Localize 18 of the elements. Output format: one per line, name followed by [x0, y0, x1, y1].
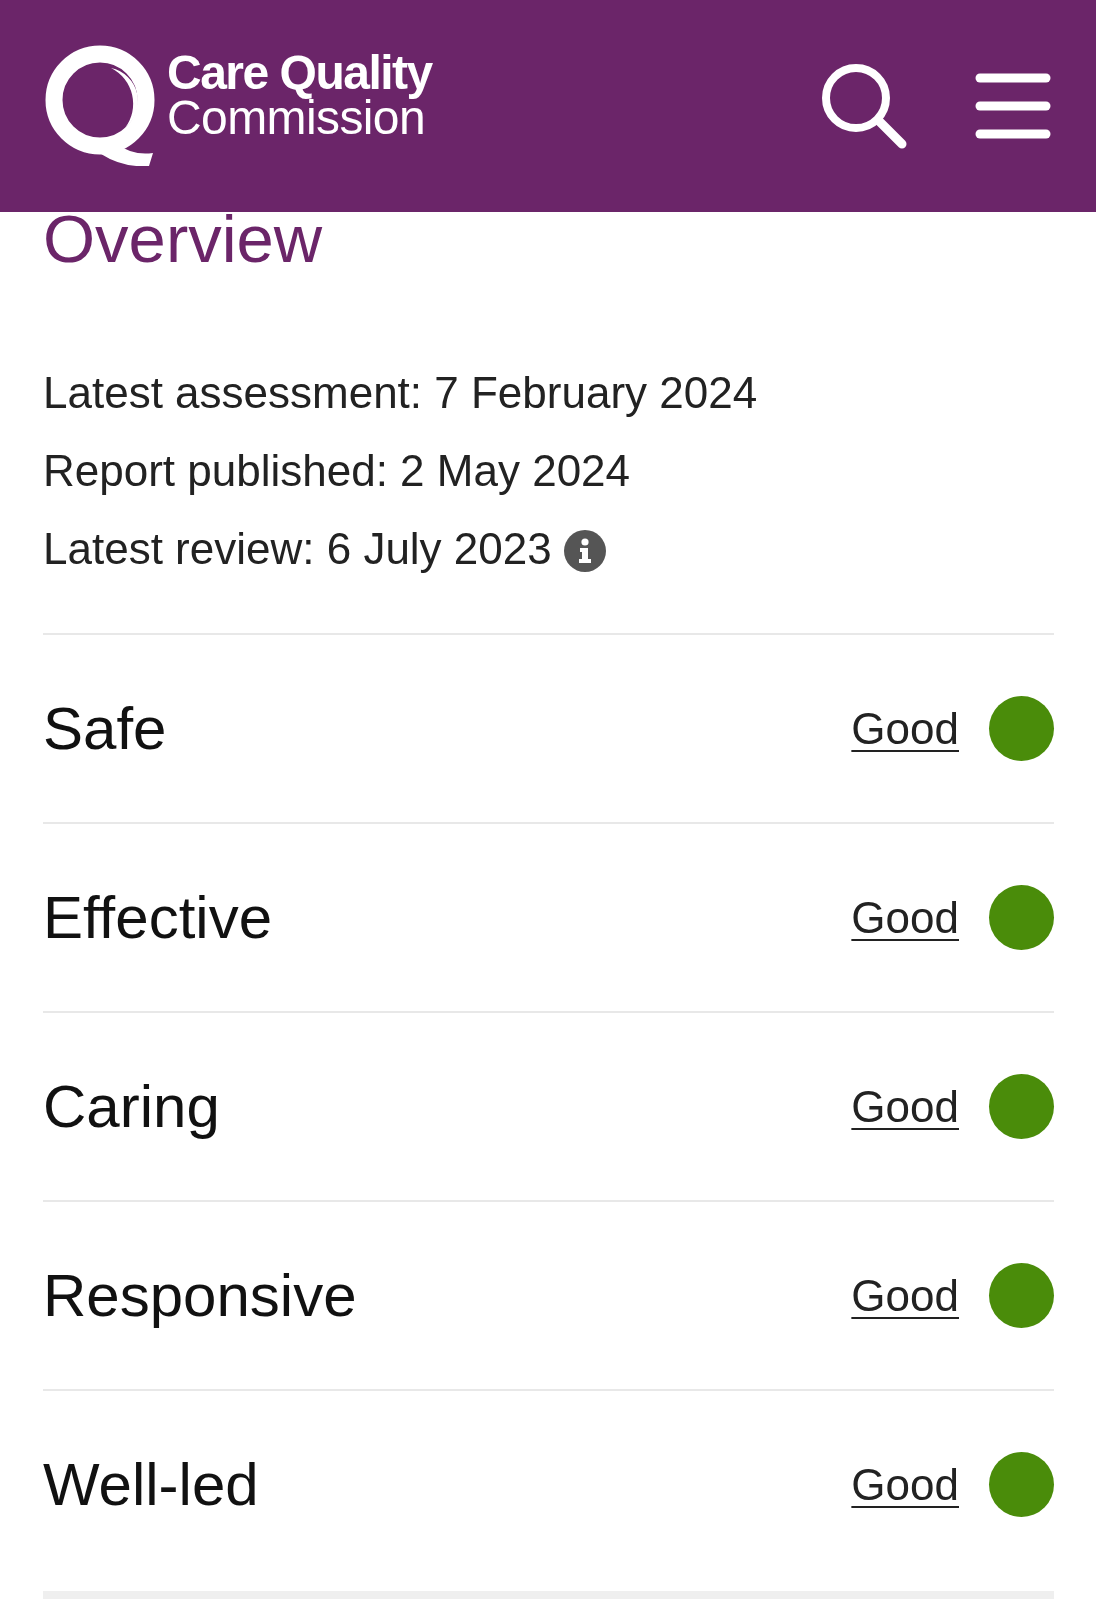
- key-question-label: Well-led: [43, 1449, 260, 1520]
- menu-icon: [975, 73, 1051, 139]
- rating-link[interactable]: Good: [851, 1268, 959, 1323]
- date-text: Latest review: 6 July 2023: [43, 523, 552, 575]
- search-icon: [820, 62, 908, 150]
- rating-link[interactable]: Good: [851, 1079, 959, 1134]
- date-text: Report published: 2 May 2024: [43, 445, 631, 497]
- rating-link[interactable]: Good: [851, 1457, 959, 1512]
- rating-link[interactable]: Good: [851, 701, 959, 756]
- key-question-label: Safe: [43, 693, 168, 764]
- info-icon[interactable]: [563, 530, 606, 572]
- overview-heading: Overview: [43, 206, 324, 272]
- key-question-label: Responsive: [43, 1260, 358, 1331]
- rating-link[interactable]: Good: [851, 890, 959, 945]
- key-question-label: Caring: [43, 1071, 221, 1142]
- key-question-label: Effective: [43, 882, 273, 953]
- date-text: Latest assessment: 7 February 2024: [43, 367, 758, 419]
- q-logo-icon[interactable]: [45, 44, 155, 166]
